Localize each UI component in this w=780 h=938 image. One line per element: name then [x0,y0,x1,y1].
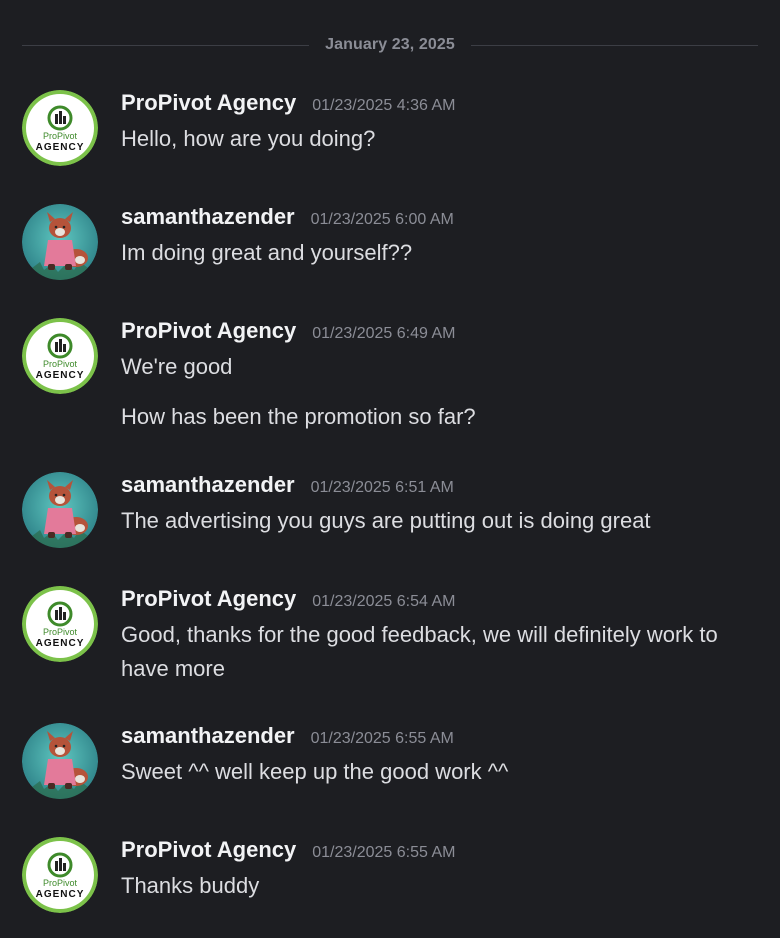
avatar[interactable]: ProPivot AGENCY [22,837,98,913]
logo-text-top: ProPivot [43,131,78,141]
message-body: ProPivot Agency 01/23/2025 6:54 AM Good,… [121,586,751,686]
fox-character-avatar-icon [22,723,98,799]
message-text: Good, thanks for the good feedback, we w… [121,622,718,681]
avatar[interactable]: ProPivot AGENCY [22,90,98,166]
message-text: How has been the promotion so far? [121,404,476,429]
message-header: ProPivot Agency 01/23/2025 6:54 AM [121,586,751,618]
date-divider-label: January 23, 2025 [325,36,455,53]
logo-text-bottom: AGENCY [36,370,85,381]
avatar[interactable]: ProPivot AGENCY [22,586,98,662]
propivot-agency-logo-icon: ProPivot AGENCY [22,837,98,913]
logo-text-bottom: AGENCY [36,142,85,153]
username[interactable]: ProPivot Agency [121,318,296,344]
message-body: samanthazender 01/23/2025 6:00 AM Im doi… [121,204,751,270]
timestamp: 01/23/2025 6:49 AM [312,325,456,342]
logo-text-top: ProPivot [43,627,78,637]
message-body: ProPivot Agency 01/23/2025 4:36 AM Hello… [121,90,751,156]
message-body: ProPivot Agency 01/23/2025 6:49 AM We're… [121,318,751,434]
username[interactable]: ProPivot Agency [121,837,296,863]
logo-text-bottom: AGENCY [36,638,85,649]
timestamp: 01/23/2025 6:55 AM [310,730,454,747]
message-body: samanthazender 01/23/2025 6:51 AM The ad… [121,472,751,538]
message-text: Im doing great and yourself?? [121,240,413,265]
divider-line-left [22,44,310,46]
username[interactable]: ProPivot Agency [121,90,296,116]
message-header: ProPivot Agency 01/23/2025 6:49 AM [121,318,751,350]
message-text: Sweet ^^ well keep up the good work ^^ [121,759,509,784]
timestamp: 01/23/2025 6:51 AM [310,479,454,496]
timestamp: 01/23/2025 6:00 AM [310,211,454,228]
username[interactable]: samanthazender [121,204,295,230]
message-text: Hello, how are you doing? [121,126,376,151]
message-header: samanthazender 01/23/2025 6:00 AM [121,204,751,236]
username[interactable]: ProPivot Agency [121,586,296,612]
divider-line-right [470,44,759,46]
message-header: ProPivot Agency 01/23/2025 4:36 AM [121,90,751,122]
avatar[interactable]: ProPivot AGENCY [22,318,98,394]
message-text: The advertising you guys are putting out… [121,508,651,533]
message-header: samanthazender 01/23/2025 6:55 AM [121,723,751,755]
timestamp: 01/23/2025 6:55 AM [312,844,456,861]
propivot-agency-logo-icon: ProPivot AGENCY [22,318,98,394]
message-body: samanthazender 01/23/2025 6:55 AM Sweet … [121,723,751,789]
message-header: ProPivot Agency 01/23/2025 6:55 AM [121,837,751,869]
timestamp: 01/23/2025 6:54 AM [312,593,456,610]
message-header: samanthazender 01/23/2025 6:51 AM [121,472,751,504]
username[interactable]: samanthazender [121,472,295,498]
fox-character-avatar-icon [22,472,98,548]
date-divider: January 23, 2025 [22,34,759,56]
logo-text-top: ProPivot [43,359,78,369]
logo-text-top: ProPivot [43,878,78,888]
avatar[interactable] [22,472,98,548]
message-text: We're good [121,354,233,379]
username[interactable]: samanthazender [121,723,295,749]
logo-text-bottom: AGENCY [36,889,85,900]
propivot-agency-logo-icon: ProPivot AGENCY [22,90,98,166]
fox-character-avatar-icon [22,204,98,280]
propivot-agency-logo-icon: ProPivot AGENCY [22,586,98,662]
avatar[interactable] [22,204,98,280]
message-body: ProPivot Agency 01/23/2025 6:55 AM Thank… [121,837,751,903]
message-text: Thanks buddy [121,873,260,898]
timestamp: 01/23/2025 4:36 AM [312,97,456,114]
avatar[interactable] [22,723,98,799]
